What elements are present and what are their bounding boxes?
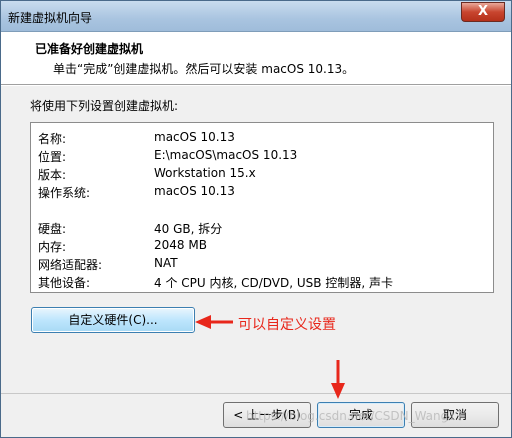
summary-key: 版本: [38, 168, 67, 182]
summary-value: 40 GB, 拆分 [154, 222, 223, 236]
watermark: https://blog.csdn.net/CSDN_Wang17 [246, 409, 464, 423]
summary-row-location: 位置: E:\macOS\macOS 10.13 [31, 146, 491, 164]
summary-row-os: 操作系统: macOS 10.13 [31, 182, 491, 200]
summary-value: macOS 10.13 [154, 130, 235, 144]
customize-hardware-button[interactable]: 自定义硬件(C)... [31, 307, 195, 333]
window-title: 新建虚拟机向导 [8, 11, 93, 25]
summary-row-network: 网络适配器: NAT [31, 254, 491, 272]
summary-row-disk: 硬盘: 40 GB, 拆分 [31, 218, 491, 236]
page-title: 已准备好创建虚拟机 [35, 42, 144, 56]
summary-key: 网络适配器: [38, 258, 103, 272]
summary-value: NAT [154, 256, 178, 270]
summary-value: 2048 MB [154, 238, 207, 252]
wizard-window: 新建虚拟机向导 X 已准备好创建虚拟机 单击“完成”创建虚拟机。然后可以安装 m… [0, 0, 512, 438]
left-arrow-icon [195, 315, 233, 329]
summary-label: 将使用下列设置创建虚拟机: [30, 99, 179, 113]
summary-key: 其他设备: [38, 276, 91, 290]
summary-value: 4 个 CPU 内核, CD/DVD, USB 控制器, 声卡 [154, 276, 393, 290]
summary-key: 位置: [38, 150, 67, 164]
annotation-label: 可以自定义设置 [238, 317, 336, 333]
summary-key: 名称: [38, 132, 67, 146]
summary-list[interactable]: 名称: macOS 10.13 位置: E:\macOS\macOS 10.13… [30, 122, 494, 293]
wizard-header: 已准备好创建虚拟机 单击“完成”创建虚拟机。然后可以安装 macOS 10.13… [1, 32, 511, 85]
close-button[interactable]: X [461, 2, 505, 22]
summary-value: Workstation 15.x [154, 166, 256, 180]
summary-row-memory: 内存: 2048 MB [31, 236, 491, 254]
page-subtitle: 单击“完成”创建虚拟机。然后可以安装 macOS 10.13。 [53, 62, 355, 76]
footer-divider [1, 393, 511, 394]
summary-key: 操作系统: [38, 186, 91, 200]
summary-row-version: 版本: Workstation 15.x [31, 164, 491, 182]
summary-value: macOS 10.13 [154, 184, 235, 198]
title-bar: 新建虚拟机向导 X [1, 1, 511, 32]
header-divider [1, 85, 511, 86]
summary-value: E:\macOS\macOS 10.13 [154, 148, 298, 162]
summary-key: 硬盘: [38, 222, 67, 236]
summary-key: 内存: [38, 240, 67, 254]
summary-row-other-devices: 其他设备: 4 个 CPU 内核, CD/DVD, USB 控制器, 声卡 [31, 272, 491, 290]
summary-row-name: 名称: macOS 10.13 [31, 128, 491, 146]
